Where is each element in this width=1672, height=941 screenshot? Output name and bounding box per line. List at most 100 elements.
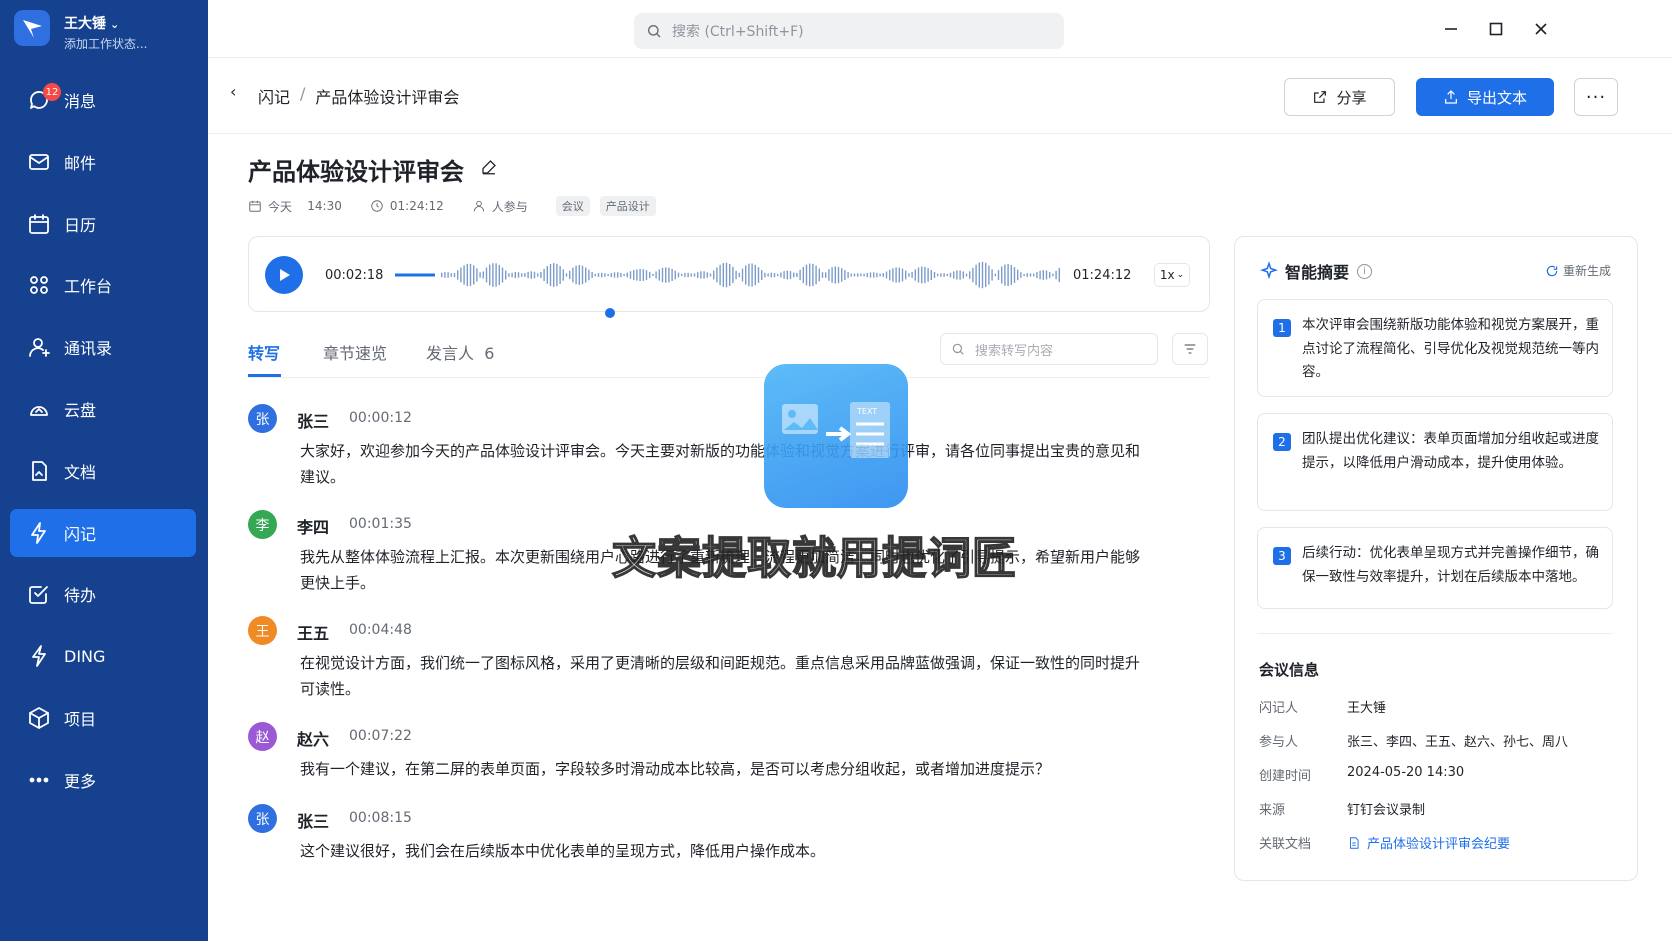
meeting-time: 14:30 [307,199,342,213]
wave-bar [601,272,603,278]
transcript-entry[interactable]: 张 张三 00:00:12 大家好，欢迎参加今天的产品体验设计评审会。今天主要对… [248,402,1148,508]
sidebar-item-ding[interactable]: DING [10,632,196,680]
user-status[interactable]: 添加工作状态... [64,35,147,52]
sidebar-item-more[interactable]: 更多 [10,756,196,804]
audio-waveform[interactable] [395,257,1063,293]
regenerate-button[interactable]: 重新生成 [1545,262,1611,279]
wave-bar [581,265,584,285]
wave-bar [722,263,724,287]
sparkle-icon [1259,261,1279,280]
timestamp[interactable]: 00:01:35 [349,516,412,532]
unread-badge: 12 [43,83,61,101]
avatar: 王 [248,616,277,645]
wave-bar [860,273,862,277]
wave-bar [591,272,593,278]
more-options-button[interactable]: ··· [1574,78,1618,116]
play-button[interactable] [265,256,303,294]
tab-transcript[interactable]: 转写 [248,340,280,364]
wave-bar [818,268,820,282]
timestamp[interactable]: 00:08:15 [349,810,412,826]
share-label: 分享 [1336,88,1367,107]
minimize-button[interactable] [1440,18,1462,40]
wave-bar [914,269,916,281]
transcript-entry[interactable]: 王 王五 00:04:48 在视觉设计方面，我们统一了图标风格，采用了更清晰的层… [248,614,1148,720]
wave-bar [713,270,715,280]
sidebar-item-mail[interactable]: 邮件 [10,138,196,186]
ding-icon [26,643,52,669]
sidebar-item-todo[interactable]: 待办 [10,570,196,618]
playhead-handle[interactable] [605,308,615,318]
wave-bar [585,267,587,283]
wave-bar [799,269,801,281]
wave-bar [895,267,897,283]
wave-bar [578,265,580,285]
info-key: 闪记人 [1259,701,1299,716]
tag-meeting[interactable]: 会议 [555,196,590,216]
summary-header: 智能摘要 i [1259,259,1373,283]
sidebar-item-label: 通讯录 [64,339,113,359]
wave-bar [511,272,513,278]
summary-point: 3 后续行动：优化表单呈现方式并完善操作细节，确保一致性与效率提升，计划在后续版… [1257,527,1613,609]
wave-bar [940,273,942,277]
user-profile[interactable]: 王大锤 ⌄ 添加工作状态... [14,10,200,54]
wave-bar [709,273,712,277]
wave-bar [703,271,705,279]
transcript-entry[interactable]: 张 张三 00:08:15 这个建议很好，我们会在后续版本中优化表单的呈现方式，… [248,802,1148,884]
tab-chapters[interactable]: 章节速览 [323,340,387,364]
tag-product-design[interactable]: 产品设计 [599,196,656,216]
wave-bar [863,273,865,277]
audio-player: 00:02:18 01:24:12 1x ⌄ [248,236,1210,312]
wave-bar [988,265,990,285]
share-button[interactable]: 分享 [1284,78,1395,116]
wave-bar [1013,267,1016,283]
breadcrumb-root[interactable]: 闪记 [258,84,290,108]
avatar: 李 [248,510,277,539]
transcript-text: 这个建议很好，我们会在后续版本中优化表单的呈现方式，降低用户操作成本。 [300,842,826,860]
wave-bar [1010,265,1012,285]
wave-bar [831,267,833,283]
export-text-button[interactable]: 导出文本 [1416,78,1554,116]
maximize-button[interactable] [1485,18,1507,40]
timestamp[interactable]: 00:07:22 [349,728,412,744]
edit-icon[interactable] [480,158,500,178]
total-time: 01:24:12 [1073,268,1132,283]
close-button[interactable] [1530,18,1552,40]
transcript-entry[interactable]: 赵 赵六 00:07:22 我有一个建议，在第二屏的表单页面，字段较多时滑动成本… [248,720,1148,802]
wave-bar [908,273,910,277]
chevron-down-icon: ⌄ [110,18,120,31]
back-arrow-icon[interactable]: ‹ [230,82,236,101]
timestamp[interactable]: 00:04:48 [349,622,412,638]
person-icon [473,200,484,212]
global-search-input[interactable]: 搜索 (Ctrl+Shift+F) [634,13,1064,49]
sidebar-item-cloud[interactable]: 云盘 [10,385,196,433]
wave-bar [901,268,904,282]
info-icon[interactable]: i [1357,263,1373,279]
sidebar-item-projects[interactable]: 项目 [10,694,196,742]
linked-doc-link[interactable]: 产品体验设计评审会纪要 [1347,833,1510,852]
sidebar-item-messages[interactable]: 12 消息 [10,76,196,124]
wave-bar [949,272,952,278]
sidebar-item-contacts[interactable]: 通讯录 [10,323,196,371]
wave-bar [450,273,452,277]
export-label: 导出文本 [1466,88,1527,107]
sidebar-item-flashnote[interactable]: 闪记 [10,508,196,557]
wave-bar [543,268,545,281]
wave-bar [537,273,539,277]
sidebar-item-docs[interactable]: 文档 [10,447,196,495]
info-value: 张三、李四、王五、赵六、孙七、周八 [1347,735,1569,750]
playback-speed-select[interactable]: 1x ⌄ [1154,263,1190,287]
wave-bar [479,272,481,278]
info-row: 来源 钉钉会议录制 [1259,799,1425,818]
transcript-search-input[interactable]: 搜索转写内容 [940,333,1158,365]
filter-button[interactable] [1172,333,1208,365]
tab-speakers[interactable]: 发言人 6 [426,340,494,364]
timestamp[interactable]: 00:00:12 [349,410,412,426]
wave-bar [514,272,516,279]
info-row: 创建时间 2024-05-20 14:30 [1259,765,1464,784]
wave-bar [466,263,468,287]
wave-bar [735,270,737,280]
wave-bar [469,263,472,287]
sidebar-item-workbench[interactable]: 工作台 [10,261,196,309]
wave-bar [565,273,568,277]
sidebar-item-calendar[interactable]: 日历 [10,200,196,248]
